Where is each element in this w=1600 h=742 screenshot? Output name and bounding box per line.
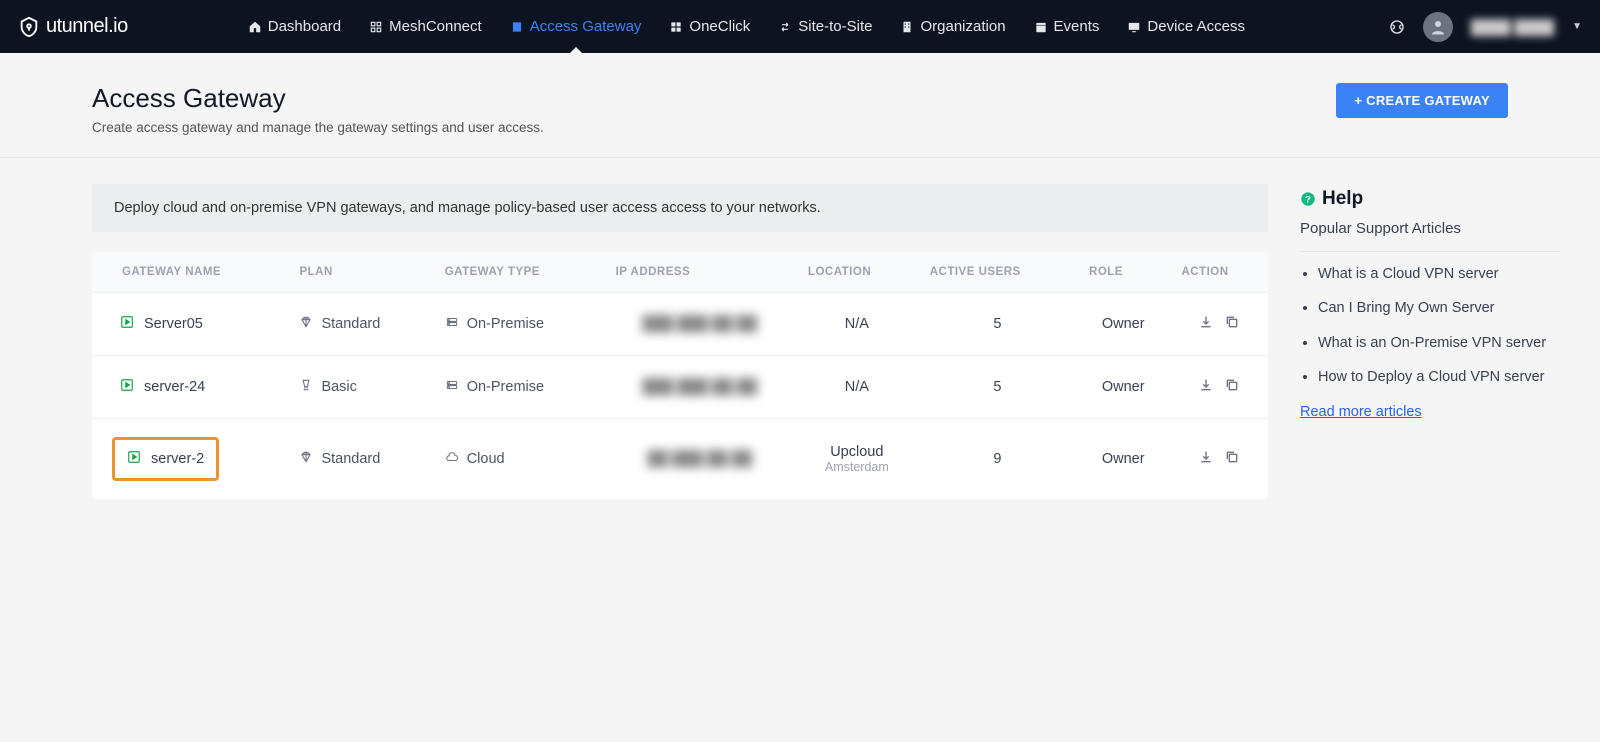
download-icon[interactable]: [1198, 449, 1214, 469]
ip-address: ███.███.██.██: [642, 316, 757, 332]
location-sub: Amsterdam: [808, 460, 906, 474]
copy-icon[interactable]: [1224, 377, 1240, 397]
plan-cell: Standard: [299, 315, 420, 333]
create-gateway-button[interactable]: + CREATE GATEWAY: [1336, 83, 1508, 118]
help-title: ? Help: [1300, 188, 1560, 210]
person-icon: [1429, 18, 1447, 36]
help-articles: What is a Cloud VPN server Can I Bring My…: [1300, 264, 1560, 387]
col-action: ACTION: [1169, 252, 1268, 293]
col-gateway-type: GATEWAY TYPE: [433, 252, 604, 293]
device-icon: [1127, 20, 1141, 34]
top-nav: utunnel.io Dashboard MeshConnect Access …: [0, 0, 1600, 53]
gateway-name-link[interactable]: server-24: [112, 374, 213, 400]
gateway-name-link[interactable]: server-2: [112, 437, 219, 481]
col-role: ROLE: [1077, 252, 1169, 293]
nav-site-to-site[interactable]: Site-to-Site: [778, 0, 872, 53]
diamond-icon: [299, 450, 313, 468]
diamond-icon: [299, 315, 313, 333]
plan-cell: Basic: [299, 378, 420, 396]
col-plan: PLAN: [287, 252, 432, 293]
page-subtitle: Create access gateway and manage the gat…: [92, 120, 544, 135]
type-cell: Cloud: [445, 450, 592, 468]
help-article-link[interactable]: What is an On-Premise VPN server: [1318, 333, 1560, 353]
user-avatar[interactable]: [1423, 12, 1453, 42]
type-cell: On-Premise: [445, 315, 592, 333]
page-header: Access Gateway Create access gateway and…: [0, 53, 1600, 158]
help-icon: ?: [1300, 191, 1316, 207]
brand-logo[interactable]: utunnel.io: [18, 15, 128, 39]
support-icon[interactable]: [1389, 19, 1405, 35]
nav-oneclick[interactable]: OneClick: [669, 0, 750, 53]
nav-meshconnect[interactable]: MeshConnect: [369, 0, 482, 53]
status-running-icon: [127, 450, 141, 468]
ip-address: ███.███.██.██: [642, 379, 757, 395]
trophy-icon: [299, 378, 313, 396]
col-location: LOCATION: [796, 252, 918, 293]
plan-cell: Standard: [299, 450, 420, 468]
info-banner: Deploy cloud and on-premise VPN gateways…: [92, 184, 1268, 232]
mesh-icon: [369, 20, 383, 34]
help-article-link[interactable]: Can I Bring My Own Server: [1318, 298, 1560, 318]
nav-events[interactable]: Events: [1034, 0, 1100, 53]
role: Owner: [1077, 293, 1169, 356]
user-menu-caret-icon[interactable]: ▼: [1572, 21, 1582, 32]
col-gateway-name: GATEWAY NAME: [92, 252, 287, 293]
read-more-link[interactable]: Read more articles: [1300, 404, 1422, 420]
nav-items: Dashboard MeshConnect Access Gateway One…: [248, 0, 1389, 53]
copy-icon[interactable]: [1224, 449, 1240, 469]
server-icon: [445, 378, 459, 396]
nav-organization[interactable]: Organization: [900, 0, 1005, 53]
nav-access-gateway[interactable]: Access Gateway: [510, 0, 642, 53]
s2s-icon: [778, 20, 792, 34]
download-icon[interactable]: [1198, 377, 1214, 397]
table-row: server-2 Standard Cloud ██.███.██.██ Upc…: [92, 419, 1268, 500]
gateway-name-link[interactable]: Server05: [112, 311, 211, 337]
col-active-users: ACTIVE USERS: [918, 252, 1077, 293]
shield-icon: [18, 15, 40, 39]
home-icon: [248, 20, 262, 34]
status-running-icon: [120, 378, 134, 396]
table-row: server-24 Basic On-Premise ███.███.██.██…: [92, 356, 1268, 419]
oneclick-icon: [669, 20, 683, 34]
download-icon[interactable]: [1198, 314, 1214, 334]
role: Owner: [1077, 356, 1169, 419]
svg-text:?: ?: [1305, 194, 1311, 204]
location: N/A: [808, 379, 906, 395]
ip-address: ██.███.██.██: [647, 451, 752, 467]
page-title: Access Gateway: [92, 83, 544, 114]
user-name[interactable]: ████ ████: [1471, 19, 1554, 35]
nav-dashboard[interactable]: Dashboard: [248, 0, 341, 53]
brand-name: utunnel.io: [46, 15, 128, 38]
gateway-icon: [510, 20, 524, 34]
col-ip-address: IP ADDRESS: [604, 252, 796, 293]
role: Owner: [1077, 419, 1169, 500]
gateway-table: GATEWAY NAME PLAN GATEWAY TYPE IP ADDRES…: [92, 252, 1268, 499]
table-row: Server05 Standard On-Premise ███.███.██.…: [92, 293, 1268, 356]
type-cell: On-Premise: [445, 378, 592, 396]
copy-icon[interactable]: [1224, 314, 1240, 334]
help-subtitle: Popular Support Articles: [1300, 220, 1560, 252]
cloud-icon: [445, 450, 459, 468]
help-sidebar: ? Help Popular Support Articles What is …: [1300, 184, 1560, 499]
status-running-icon: [120, 315, 134, 333]
active-users: 5: [918, 293, 1077, 356]
events-icon: [1034, 20, 1048, 34]
help-article-link[interactable]: What is a Cloud VPN server: [1318, 264, 1560, 284]
main-content: Deploy cloud and on-premise VPN gateways…: [0, 158, 1600, 499]
nav-device-access[interactable]: Device Access: [1127, 0, 1245, 53]
server-icon: [445, 315, 459, 333]
active-users: 5: [918, 356, 1077, 419]
org-icon: [900, 20, 914, 34]
help-article-link[interactable]: How to Deploy a Cloud VPN server: [1318, 367, 1560, 387]
location: Upcloud: [808, 444, 906, 460]
table-header-row: GATEWAY NAME PLAN GATEWAY TYPE IP ADDRES…: [92, 252, 1268, 293]
nav-right: ████ ████ ▼: [1389, 12, 1582, 42]
active-users: 9: [918, 419, 1077, 500]
location: N/A: [808, 316, 906, 332]
